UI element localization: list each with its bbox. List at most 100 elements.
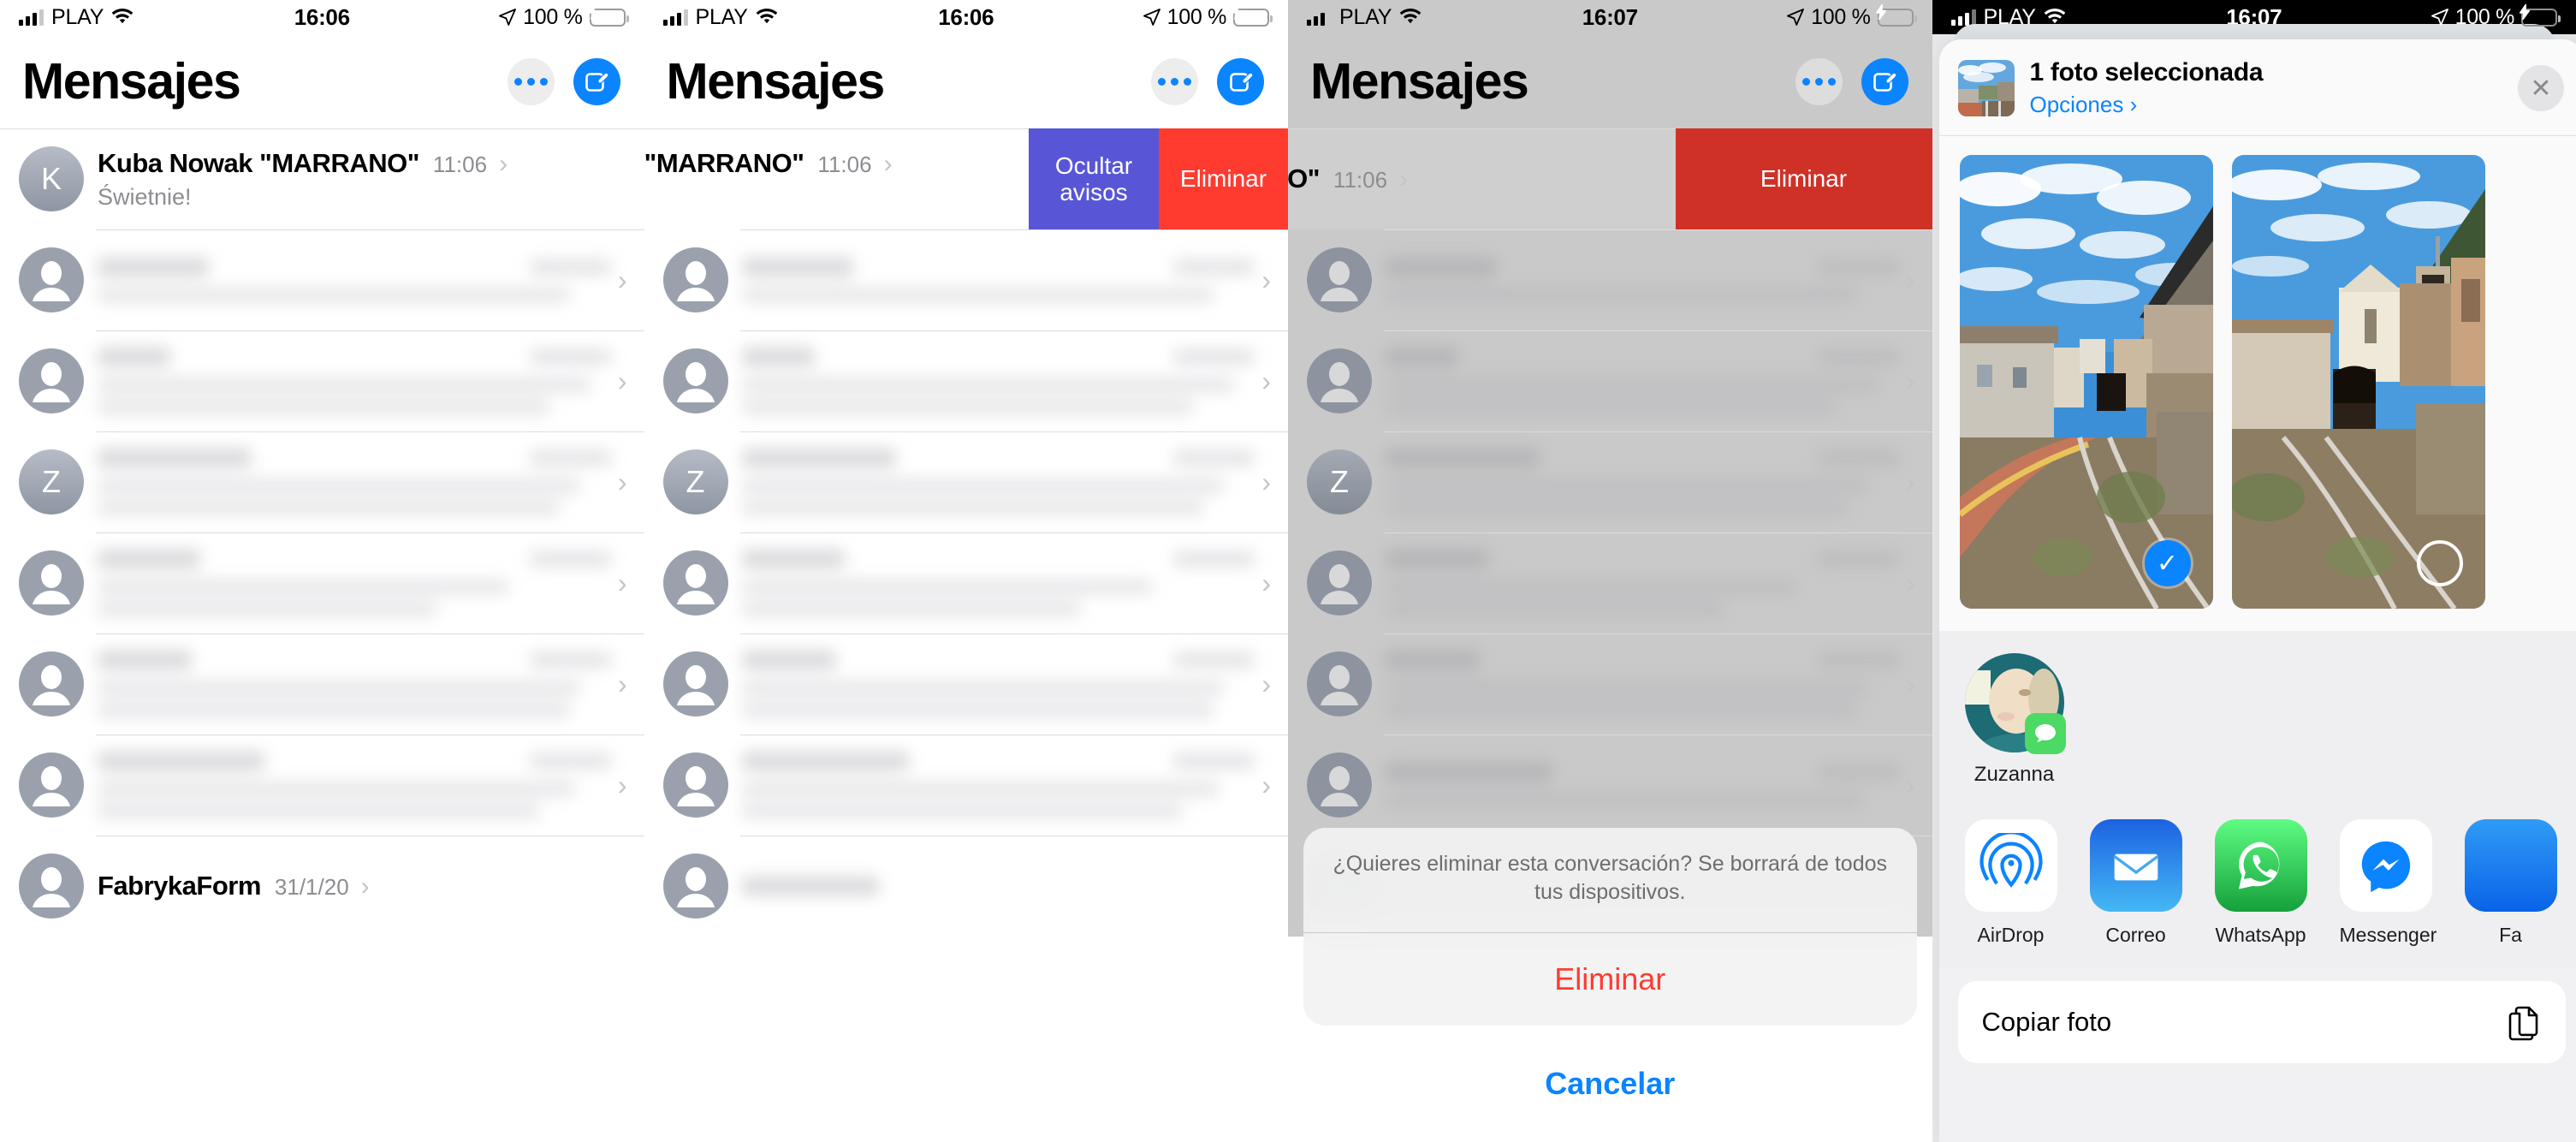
list-item[interactable]: › bbox=[644, 633, 1288, 735]
signal-bars-icon bbox=[19, 9, 44, 26]
list-item-swiped[interactable]: K Kuba Nowak "MARRANO" 11:06 › Eliminar bbox=[1288, 128, 1932, 229]
chevron-right-icon: › bbox=[617, 669, 627, 699]
photo-thumbnail-2[interactable] bbox=[2231, 155, 2485, 609]
suggested-contacts-row[interactable]: Zuzanna bbox=[1938, 631, 2576, 802]
list-item[interactable]: › bbox=[1288, 532, 1932, 633]
avatar bbox=[19, 651, 84, 717]
navigation-bar: Mensajes bbox=[644, 34, 1289, 128]
message-time: 11:06 bbox=[817, 151, 872, 177]
chevron-right-icon: › bbox=[617, 366, 627, 396]
share-app-airdrop[interactable]: AirDrop bbox=[1964, 819, 2057, 947]
battery-percent-label: 100 % bbox=[1811, 4, 1871, 29]
status-bar-right: 100 % bbox=[2431, 3, 2561, 30]
conversation-list[interactable]: K Kuba Nowak "MARRANO" 11:06 › Świetnie!… bbox=[0, 128, 644, 937]
photo-unselected-circle[interactable] bbox=[2416, 540, 2463, 586]
location-arrow-icon bbox=[499, 9, 517, 26]
share-app-messenger[interactable]: Messenger bbox=[2339, 819, 2437, 947]
cancel-button[interactable]: Cancelar bbox=[1303, 1038, 1917, 1130]
avatar: Z bbox=[1307, 449, 1372, 514]
list-item[interactable]: › bbox=[1288, 330, 1932, 431]
list-item[interactable]: › bbox=[1288, 735, 1932, 836]
confirm-delete-button[interactable]: Eliminar bbox=[1303, 933, 1917, 1026]
photo-thumbnail-1[interactable]: ✓ bbox=[1959, 155, 2213, 609]
photo-selected-checkmark[interactable]: ✓ bbox=[2144, 540, 2191, 586]
copy-icon bbox=[2508, 1003, 2542, 1041]
chevron-right-icon: › bbox=[1905, 366, 1915, 396]
list-item[interactable]: › bbox=[1288, 229, 1932, 330]
signal-bars-icon bbox=[1950, 9, 1976, 26]
list-item-body bbox=[741, 258, 1262, 302]
carrier-label: PLAY bbox=[695, 4, 748, 29]
more-button[interactable] bbox=[1795, 57, 1843, 105]
share-app-mail[interactable]: Correo bbox=[2089, 819, 2182, 947]
status-bar: PLAY 16:06 100 % bbox=[644, 0, 1289, 34]
list-item-swiped[interactable]: K Kuba Nowak "MARRANO" 11:06 › Świetnie!… bbox=[644, 128, 1288, 229]
hide-alerts-button[interactable]: Ocultar avisos bbox=[1029, 128, 1159, 229]
list-item-body bbox=[1386, 348, 1906, 414]
avatar bbox=[19, 550, 84, 616]
list-item[interactable]: › bbox=[0, 633, 644, 735]
list-item-body bbox=[1386, 651, 1906, 717]
list-item[interactable]: FabrykaForm 31/1/20 › bbox=[0, 836, 644, 937]
list-item-body bbox=[98, 651, 618, 717]
compose-button[interactable] bbox=[573, 57, 620, 105]
list-item[interactable]: › bbox=[0, 330, 644, 431]
message-preview: Świetnie! bbox=[644, 184, 972, 211]
list-item[interactable]: › bbox=[0, 229, 644, 330]
nav-actions bbox=[1795, 57, 1908, 105]
navigation-bar: Mensajes bbox=[1288, 34, 1932, 128]
compose-icon bbox=[1228, 68, 1254, 94]
compose-icon bbox=[1872, 68, 1897, 94]
wifi-icon bbox=[2044, 9, 2066, 26]
share-app-facebook[interactable]: Fa bbox=[2464, 819, 2557, 947]
signal-bars-icon bbox=[1307, 9, 1332, 26]
copy-photo-row[interactable]: Copiar foto bbox=[1957, 981, 2566, 1063]
battery-percent-label: 100 % bbox=[1166, 4, 1227, 29]
list-item[interactable] bbox=[644, 836, 1288, 937]
avatar bbox=[662, 348, 728, 413]
list-item[interactable]: › bbox=[644, 532, 1288, 633]
contact-name: FabrykaForm bbox=[98, 871, 261, 901]
page-title: Mensajes bbox=[666, 53, 886, 110]
list-item[interactable]: Z › bbox=[644, 431, 1288, 532]
battery-icon bbox=[587, 3, 629, 27]
list-item-body bbox=[741, 449, 1262, 515]
delete-button[interactable]: Eliminar bbox=[1675, 128, 1932, 229]
share-apps-row[interactable]: AirDrop Correo WhatsApp Messenger Fa bbox=[1938, 802, 2576, 967]
list-item[interactable]: Z › bbox=[1288, 431, 1932, 532]
share-app-whatsapp[interactable]: WhatsApp bbox=[2214, 819, 2307, 947]
list-item[interactable]: › bbox=[644, 330, 1288, 431]
compose-button[interactable] bbox=[1861, 57, 1908, 105]
chevron-right-icon: › bbox=[360, 872, 370, 901]
status-bar-left: PLAY bbox=[662, 4, 778, 30]
chevron-right-icon: › bbox=[1261, 770, 1271, 800]
avatar bbox=[662, 550, 728, 616]
photo-strip[interactable]: ✓ bbox=[1938, 136, 2576, 631]
list-item[interactable]: › bbox=[1288, 633, 1932, 735]
list-item[interactable]: K Kuba Nowak "MARRANO" 11:06 › Świetnie! bbox=[0, 128, 644, 229]
battery-icon bbox=[1875, 3, 1917, 27]
avatar bbox=[19, 247, 84, 312]
avatar: K bbox=[19, 146, 84, 211]
more-button[interactable] bbox=[507, 57, 555, 105]
list-item-body bbox=[98, 752, 618, 818]
conversation-list[interactable]: K Kuba Nowak "MARRANO" 11:06 › Eliminar bbox=[1288, 128, 1932, 937]
compose-button[interactable] bbox=[1217, 57, 1264, 105]
screenshot-collage: PLAY 16:06 100 % Mensajes K Kuba Nowak "… bbox=[0, 0, 2576, 1142]
list-item[interactable]: Z › bbox=[0, 431, 644, 532]
contact-zuzanna[interactable]: Zuzanna bbox=[1964, 653, 2066, 787]
list-item[interactable]: › bbox=[644, 735, 1288, 836]
hide-alerts-label-line1: Ocultar bbox=[1054, 152, 1133, 179]
list-item[interactable]: › bbox=[0, 735, 644, 836]
list-item-body: Kuba Nowak "MARRANO" 11:06 › Świetnie! bbox=[98, 148, 644, 211]
messenger-icon bbox=[2339, 819, 2432, 912]
more-button[interactable] bbox=[1151, 57, 1198, 105]
delete-button[interactable]: Eliminar bbox=[1159, 128, 1288, 229]
close-button[interactable]: ✕ bbox=[2518, 65, 2564, 111]
ellipsis-icon bbox=[1158, 77, 1191, 86]
avatar bbox=[19, 348, 84, 413]
conversation-list[interactable]: K Kuba Nowak "MARRANO" 11:06 › Świetnie!… bbox=[644, 128, 1288, 937]
options-link[interactable]: Opciones › bbox=[2030, 92, 2519, 118]
list-item[interactable]: › bbox=[644, 229, 1288, 330]
list-item[interactable]: › bbox=[0, 532, 644, 633]
